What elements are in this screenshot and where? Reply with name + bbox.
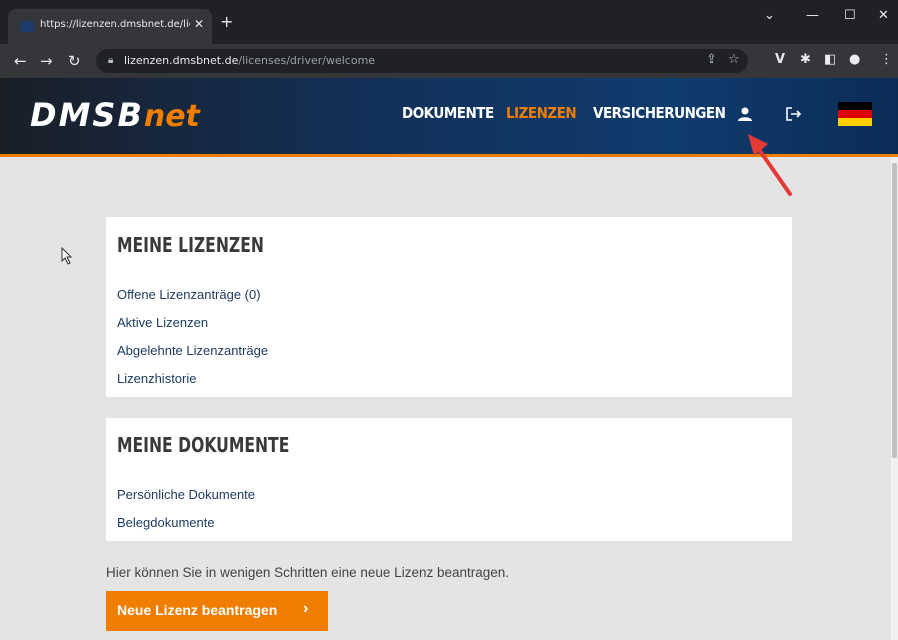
documents-card-title: MEINE DOKUMENTE xyxy=(117,433,290,457)
url-text: lizenzen.dmsbnet.de/licenses/driver/welc… xyxy=(124,54,376,67)
address-bar[interactable]: 🔒︎ lizenzen.dmsbnet.de/licenses/driver/w… xyxy=(96,49,748,73)
browser-tab[interactable]: https://lizenzen.dmsbnet.de/licen ✕ xyxy=(8,9,212,44)
new-tab-icon[interactable]: + xyxy=(220,12,233,31)
documents-card: MEINE DOKUMENTE Persönliche Dokumente Be… xyxy=(106,418,792,541)
minimize-icon[interactable]: — xyxy=(806,8,819,23)
browser-toolbar: ← → ↻ 🔒︎ lizenzen.dmsbnet.de/licenses/dr… xyxy=(0,44,898,78)
share-icon[interactable]: ⇪ xyxy=(706,52,717,67)
link-rejected-license-applications[interactable]: Abgelehnte Lizenzanträge xyxy=(117,343,268,358)
tab-search-icon[interactable]: ⌄ xyxy=(764,8,775,23)
forward-icon[interactable]: → xyxy=(40,52,53,70)
new-license-button[interactable]: Neue Lizenz beantragen › xyxy=(106,591,328,631)
user-account-icon[interactable] xyxy=(737,106,753,122)
licenses-card: MEINE LIZENZEN Offene Lizenzanträge (0) … xyxy=(106,217,792,397)
reload-icon[interactable]: ↻ xyxy=(68,52,81,70)
window-close-icon[interactable]: ✕ xyxy=(878,8,889,23)
dmsbnet-logo[interactable]: DMSBnet xyxy=(30,96,200,134)
page-scrollbar[interactable] xyxy=(891,157,898,640)
bookmark-star-icon[interactable]: ☆ xyxy=(728,52,740,67)
tab-close-icon[interactable]: ✕ xyxy=(194,17,204,31)
link-active-licenses[interactable]: Aktive Lizenzen xyxy=(117,315,208,330)
extension-v-icon[interactable]: V xyxy=(775,52,785,67)
maximize-icon[interactable]: ☐ xyxy=(844,8,856,23)
browser-tab-bar: https://lizenzen.dmsbnet.de/licen ✕ + ⌄ … xyxy=(0,0,898,44)
licenses-card-title: MEINE LIZENZEN xyxy=(117,233,264,257)
tab-title: https://lizenzen.dmsbnet.de/licen xyxy=(40,19,190,30)
new-license-info-text: Hier können Sie in wenigen Schritten ein… xyxy=(106,565,510,580)
lock-icon[interactable]: 🔒︎ xyxy=(108,55,113,66)
nav-dokumente[interactable]: DOKUMENTE xyxy=(402,104,494,122)
favicon-icon xyxy=(20,21,34,32)
nav-lizenzen[interactable]: LIZENZEN xyxy=(506,104,577,122)
extensions-puzzle-icon[interactable]: ✱ xyxy=(800,52,811,67)
mouse-cursor-icon xyxy=(61,247,73,265)
annotation-arrow-icon xyxy=(748,134,792,196)
profile-icon[interactable]: ● xyxy=(849,52,860,67)
link-open-license-applications[interactable]: Offene Lizenzanträge (0) xyxy=(117,287,261,302)
back-icon[interactable]: ← xyxy=(14,52,27,70)
new-license-button-label: Neue Lizenz beantragen xyxy=(117,602,278,618)
nav-versicherungen[interactable]: VERSICHERUNGEN xyxy=(593,104,726,122)
scrollbar-thumb[interactable] xyxy=(892,163,897,458)
german-flag-icon[interactable] xyxy=(838,102,872,126)
logout-icon[interactable] xyxy=(785,106,803,122)
chevron-right-icon: › xyxy=(303,600,309,617)
link-receipt-documents[interactable]: Belegdokumente xyxy=(117,515,215,530)
link-personal-documents[interactable]: Persönliche Dokumente xyxy=(117,487,255,502)
link-license-history[interactable]: Lizenzhistorie xyxy=(117,371,197,386)
side-panel-icon[interactable]: ◧ xyxy=(824,52,836,67)
menu-icon[interactable]: ⋮ xyxy=(880,52,893,67)
